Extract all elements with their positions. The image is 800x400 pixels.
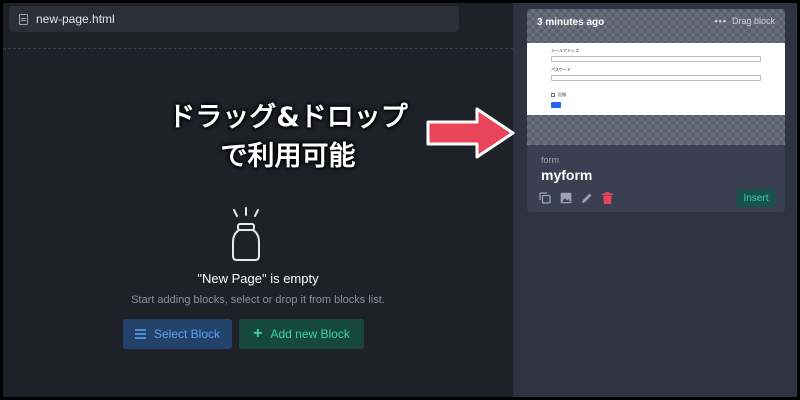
preview-submit-button [551, 102, 561, 108]
preview-checkbox-label: 記憶 [558, 92, 566, 97]
select-block-label: Select Block [153, 327, 221, 341]
form-preview-thumbnail: メールアドレス パスワード 記憶 [527, 43, 785, 115]
preview-email-input [551, 56, 761, 62]
block-name: myform [541, 167, 593, 183]
block-preview: メールアドレス パスワード 記憶 3 minutes ago ••• Drag … [527, 9, 785, 145]
empty-state-subtitle: Start adding blocks, select or drop it f… [131, 294, 385, 306]
annotation-line-1: ドラッグ&ドロップ [168, 102, 408, 133]
annotation-line-2: で利用可能 [220, 141, 356, 173]
block-timestamp: 3 minutes ago [537, 17, 605, 28]
jar-icon [232, 207, 260, 261]
edit-icon[interactable] [581, 192, 593, 204]
insert-button[interactable]: Insert [737, 189, 775, 207]
block-category: form [541, 155, 559, 165]
drag-dots-icon: ••• [714, 16, 727, 26]
add-block-button[interactable]: + Add new Block [239, 319, 364, 349]
plus-icon: + [253, 325, 263, 342]
trash-icon[interactable] [602, 192, 613, 204]
app-window: new-page.html "New Page" is empty Start … [3, 3, 797, 397]
preview-email-label: メールアドレス [551, 48, 579, 53]
empty-state-title: "New Page" is empty [197, 271, 319, 286]
preview-password-label: パスワード [551, 67, 571, 72]
drag-handle[interactable]: ••• Drag block [715, 16, 775, 26]
block-actions [539, 192, 613, 204]
image-icon[interactable] [560, 192, 572, 204]
block-card[interactable]: メールアドレス パスワード 記憶 3 minutes ago ••• Drag … [527, 9, 785, 212]
arrow-right-icon [426, 107, 515, 159]
drag-block-label: Drag block [731, 16, 775, 26]
page-boundary-divider [3, 48, 513, 49]
preview-checkbox [551, 93, 555, 97]
preview-password-input [551, 75, 761, 81]
file-icon [19, 13, 28, 25]
copy-icon[interactable] [539, 192, 551, 204]
blocks-panel: メールアドレス パスワード 記憶 3 minutes ago ••• Drag … [513, 3, 797, 397]
drag-drop-annotation: ドラッグ&ドロップ で利用可能 [143, 98, 433, 176]
select-block-button[interactable]: Select Block [123, 319, 232, 349]
file-tab[interactable]: new-page.html [9, 6, 459, 32]
add-block-label: Add new Block [270, 327, 350, 341]
file-name: new-page.html [36, 12, 115, 26]
list-icon [134, 329, 146, 339]
